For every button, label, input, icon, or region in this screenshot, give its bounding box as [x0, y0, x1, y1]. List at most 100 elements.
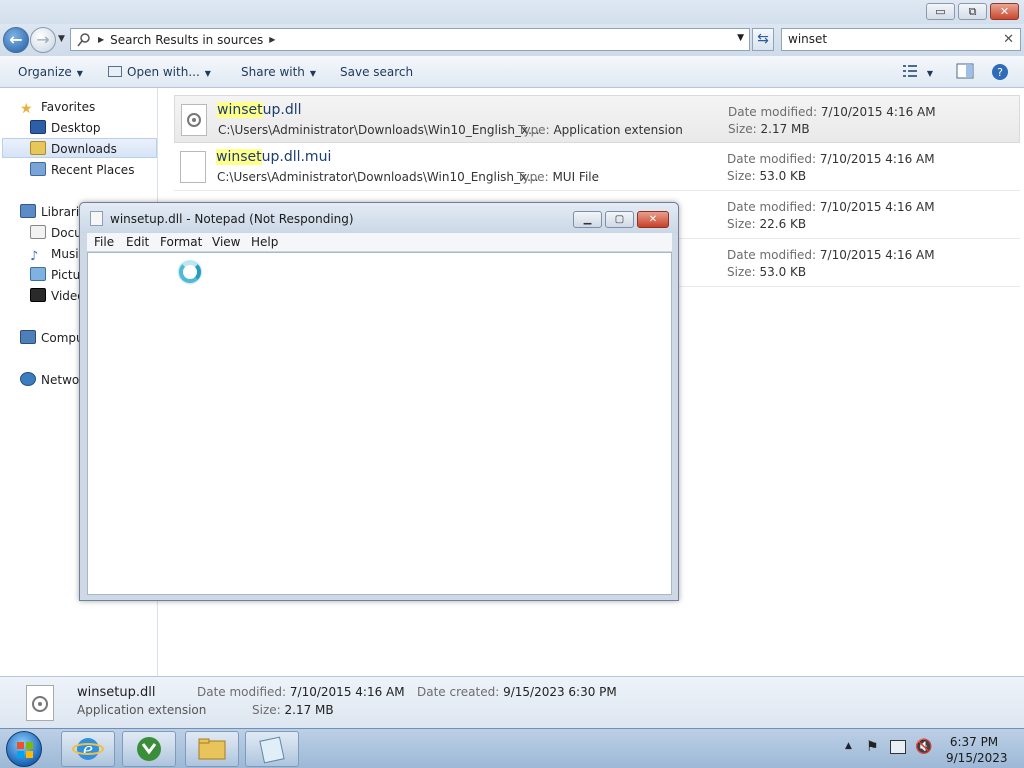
menu-file[interactable]: File	[94, 235, 114, 249]
breadcrumb[interactable]: Search Results in sources	[110, 33, 263, 47]
clear-search-icon[interactable]: ✕	[1003, 29, 1014, 50]
file-name[interactable]: winsetup.dll	[217, 102, 302, 118]
nav-music[interactable]: ♪ Music	[30, 244, 85, 264]
nav-videos[interactable]: Video	[30, 286, 85, 306]
file-size: Size: 22.6 KB	[727, 217, 806, 231]
volume-muted-icon[interactable]: 🔇	[915, 739, 932, 755]
nav-desktop[interactable]: Desktop	[30, 118, 101, 138]
details-date-modified: Date modified: 7/10/2015 4:16 AM	[197, 685, 405, 699]
nav-documents[interactable]: Docu	[30, 223, 82, 243]
result-row[interactable]: winsetup.dll.mui C:\Users\Administrator\…	[174, 143, 1020, 191]
details-size: Size: 2.17 MB	[252, 703, 334, 717]
menu-view[interactable]: View	[212, 235, 240, 249]
date-modified: Date modified: 7/10/2015 4:16 AM	[728, 105, 936, 119]
size-value: 53.0 KB	[759, 265, 807, 279]
nav-favorites-label: Favorites	[41, 100, 96, 114]
clock[interactable]: 6:37 PM 9/15/2023	[946, 734, 1008, 766]
size-label: Size:	[727, 265, 756, 279]
file-type: Type: MUI File	[517, 170, 599, 184]
star-icon: ★	[20, 101, 33, 117]
taskbar-internet-explorer[interactable]: e	[61, 731, 115, 767]
nav-computer-label: Compu	[41, 331, 84, 345]
share-with-button[interactable]: Share with ▼	[241, 65, 316, 79]
file-size: Size: 2.17 MB	[728, 122, 810, 136]
close-button[interactable]: ✕	[990, 3, 1019, 20]
type-label: Type:	[517, 170, 549, 184]
taskbar-download-manager[interactable]	[122, 731, 176, 767]
explorer-titlebar: ▭ ⧉ ✕	[0, 0, 1024, 24]
documents-icon	[30, 225, 46, 239]
details-file-type: Application extension	[77, 703, 207, 717]
save-search-button[interactable]: Save search	[340, 65, 413, 79]
file-icon	[180, 151, 206, 183]
file-path: C:\Users\Administrator\Downloads\Win10_E…	[218, 123, 540, 137]
menu-help[interactable]: Help	[251, 235, 278, 249]
pictures-icon	[30, 267, 46, 281]
downloads-folder-icon	[30, 141, 46, 155]
start-button[interactable]	[6, 731, 42, 767]
nav-network[interactable]: Netwo	[20, 370, 79, 390]
back-arrow-icon: ←	[9, 30, 23, 49]
refresh-button[interactable]: ⇆	[752, 28, 774, 51]
notepad-window: winsetup.dll - Notepad (Not Responding) …	[79, 202, 679, 601]
address-bar[interactable]: ▶ Search Results in sources ▶ ▼	[70, 28, 750, 51]
search-input[interactable]: winset ✕	[781, 28, 1021, 51]
address-dropdown-icon[interactable]: ▼	[737, 33, 744, 43]
nav-computer[interactable]: Compu	[20, 328, 84, 348]
size-label: Size:	[728, 122, 757, 136]
nav-downloads-label: Downloads	[51, 142, 117, 156]
type-value: MUI File	[552, 170, 600, 184]
size-value: 2.17 MB	[284, 703, 334, 717]
nav-downloads[interactable]: Downloads	[2, 138, 157, 158]
preview-pane-button[interactable]	[956, 63, 974, 82]
organize-button[interactable]: Organize ▼	[18, 65, 83, 79]
notepad-maximize-button[interactable]: ▢	[605, 211, 634, 228]
desktop-icon	[30, 120, 46, 134]
nav-recent-places[interactable]: Recent Places	[30, 160, 134, 180]
network-status-icon[interactable]	[890, 740, 906, 754]
notepad-text-area[interactable]	[87, 252, 672, 595]
result-row[interactable]: winsetup.dll C:\Users\Administrator\Down…	[174, 95, 1020, 143]
show-hidden-icons-icon[interactable]: ▲	[845, 741, 852, 751]
notepad-minimize-button[interactable]: ▁	[573, 211, 602, 228]
file-size: Size: 53.0 KB	[727, 265, 806, 279]
preview-pane-icon	[956, 63, 974, 79]
type-value: Application extension	[553, 123, 683, 137]
help-button[interactable]: ?	[991, 63, 1009, 84]
file-size: Size: 53.0 KB	[727, 169, 806, 183]
menu-edit[interactable]: Edit	[126, 235, 149, 249]
chevron-down-icon: ▼	[309, 69, 317, 78]
date-value: 7/10/2015 4:16 AM	[819, 200, 935, 214]
open-with-button[interactable]: Open with... ▼	[108, 65, 211, 79]
nav-favorites[interactable]: ★ Favorites	[20, 97, 95, 117]
minimize-button[interactable]: ▭	[926, 3, 955, 20]
notepad-close-button[interactable]: ✕	[637, 211, 669, 228]
date-modified: Date modified: 7/10/2015 4:16 AM	[727, 200, 935, 214]
maximize-button[interactable]: ⧉	[958, 3, 987, 20]
forward-button[interactable]: →	[30, 27, 56, 53]
chevron-down-icon: ▼	[204, 69, 211, 78]
nav-pictures[interactable]: Pictu	[30, 265, 80, 285]
back-button[interactable]: ←	[3, 27, 29, 53]
search-icon	[77, 32, 90, 46]
recent-pages-dropdown[interactable]: ▼	[58, 34, 65, 44]
size-label: Size:	[727, 169, 756, 183]
breadcrumb-arrow-icon[interactable]: ▶	[98, 35, 104, 44]
breadcrumb-arrow-icon[interactable]: ▶	[269, 35, 275, 44]
type-label: Type:	[518, 123, 550, 137]
notepad-titlebar[interactable]: winsetup.dll - Notepad (Not Responding) …	[80, 203, 678, 233]
address-row: ← → ▼ ▶ Search Results in sources ▶ ▼ ⇆ …	[0, 24, 1024, 56]
taskbar-notepad[interactable]	[245, 731, 299, 767]
file-path: C:\Users\Administrator\Downloads\Win10_E…	[217, 170, 539, 184]
action-center-flag-icon[interactable]: ⚑	[866, 739, 879, 755]
taskbar-explorer[interactable]	[185, 731, 239, 767]
file-name[interactable]: winsetup.dll.mui	[216, 149, 331, 165]
nav-libraries[interactable]: Librarie	[20, 202, 87, 222]
date-modified-value: 7/10/2015 4:16 AM	[289, 685, 405, 699]
nav-pictures-label: Pictu	[51, 268, 81, 282]
notepad-icon	[90, 211, 103, 226]
name-rest: up.dll	[262, 102, 302, 118]
view-details-icon	[903, 65, 917, 77]
menu-format[interactable]: Format	[160, 235, 202, 249]
change-view-button[interactable]: ▼	[902, 63, 933, 82]
